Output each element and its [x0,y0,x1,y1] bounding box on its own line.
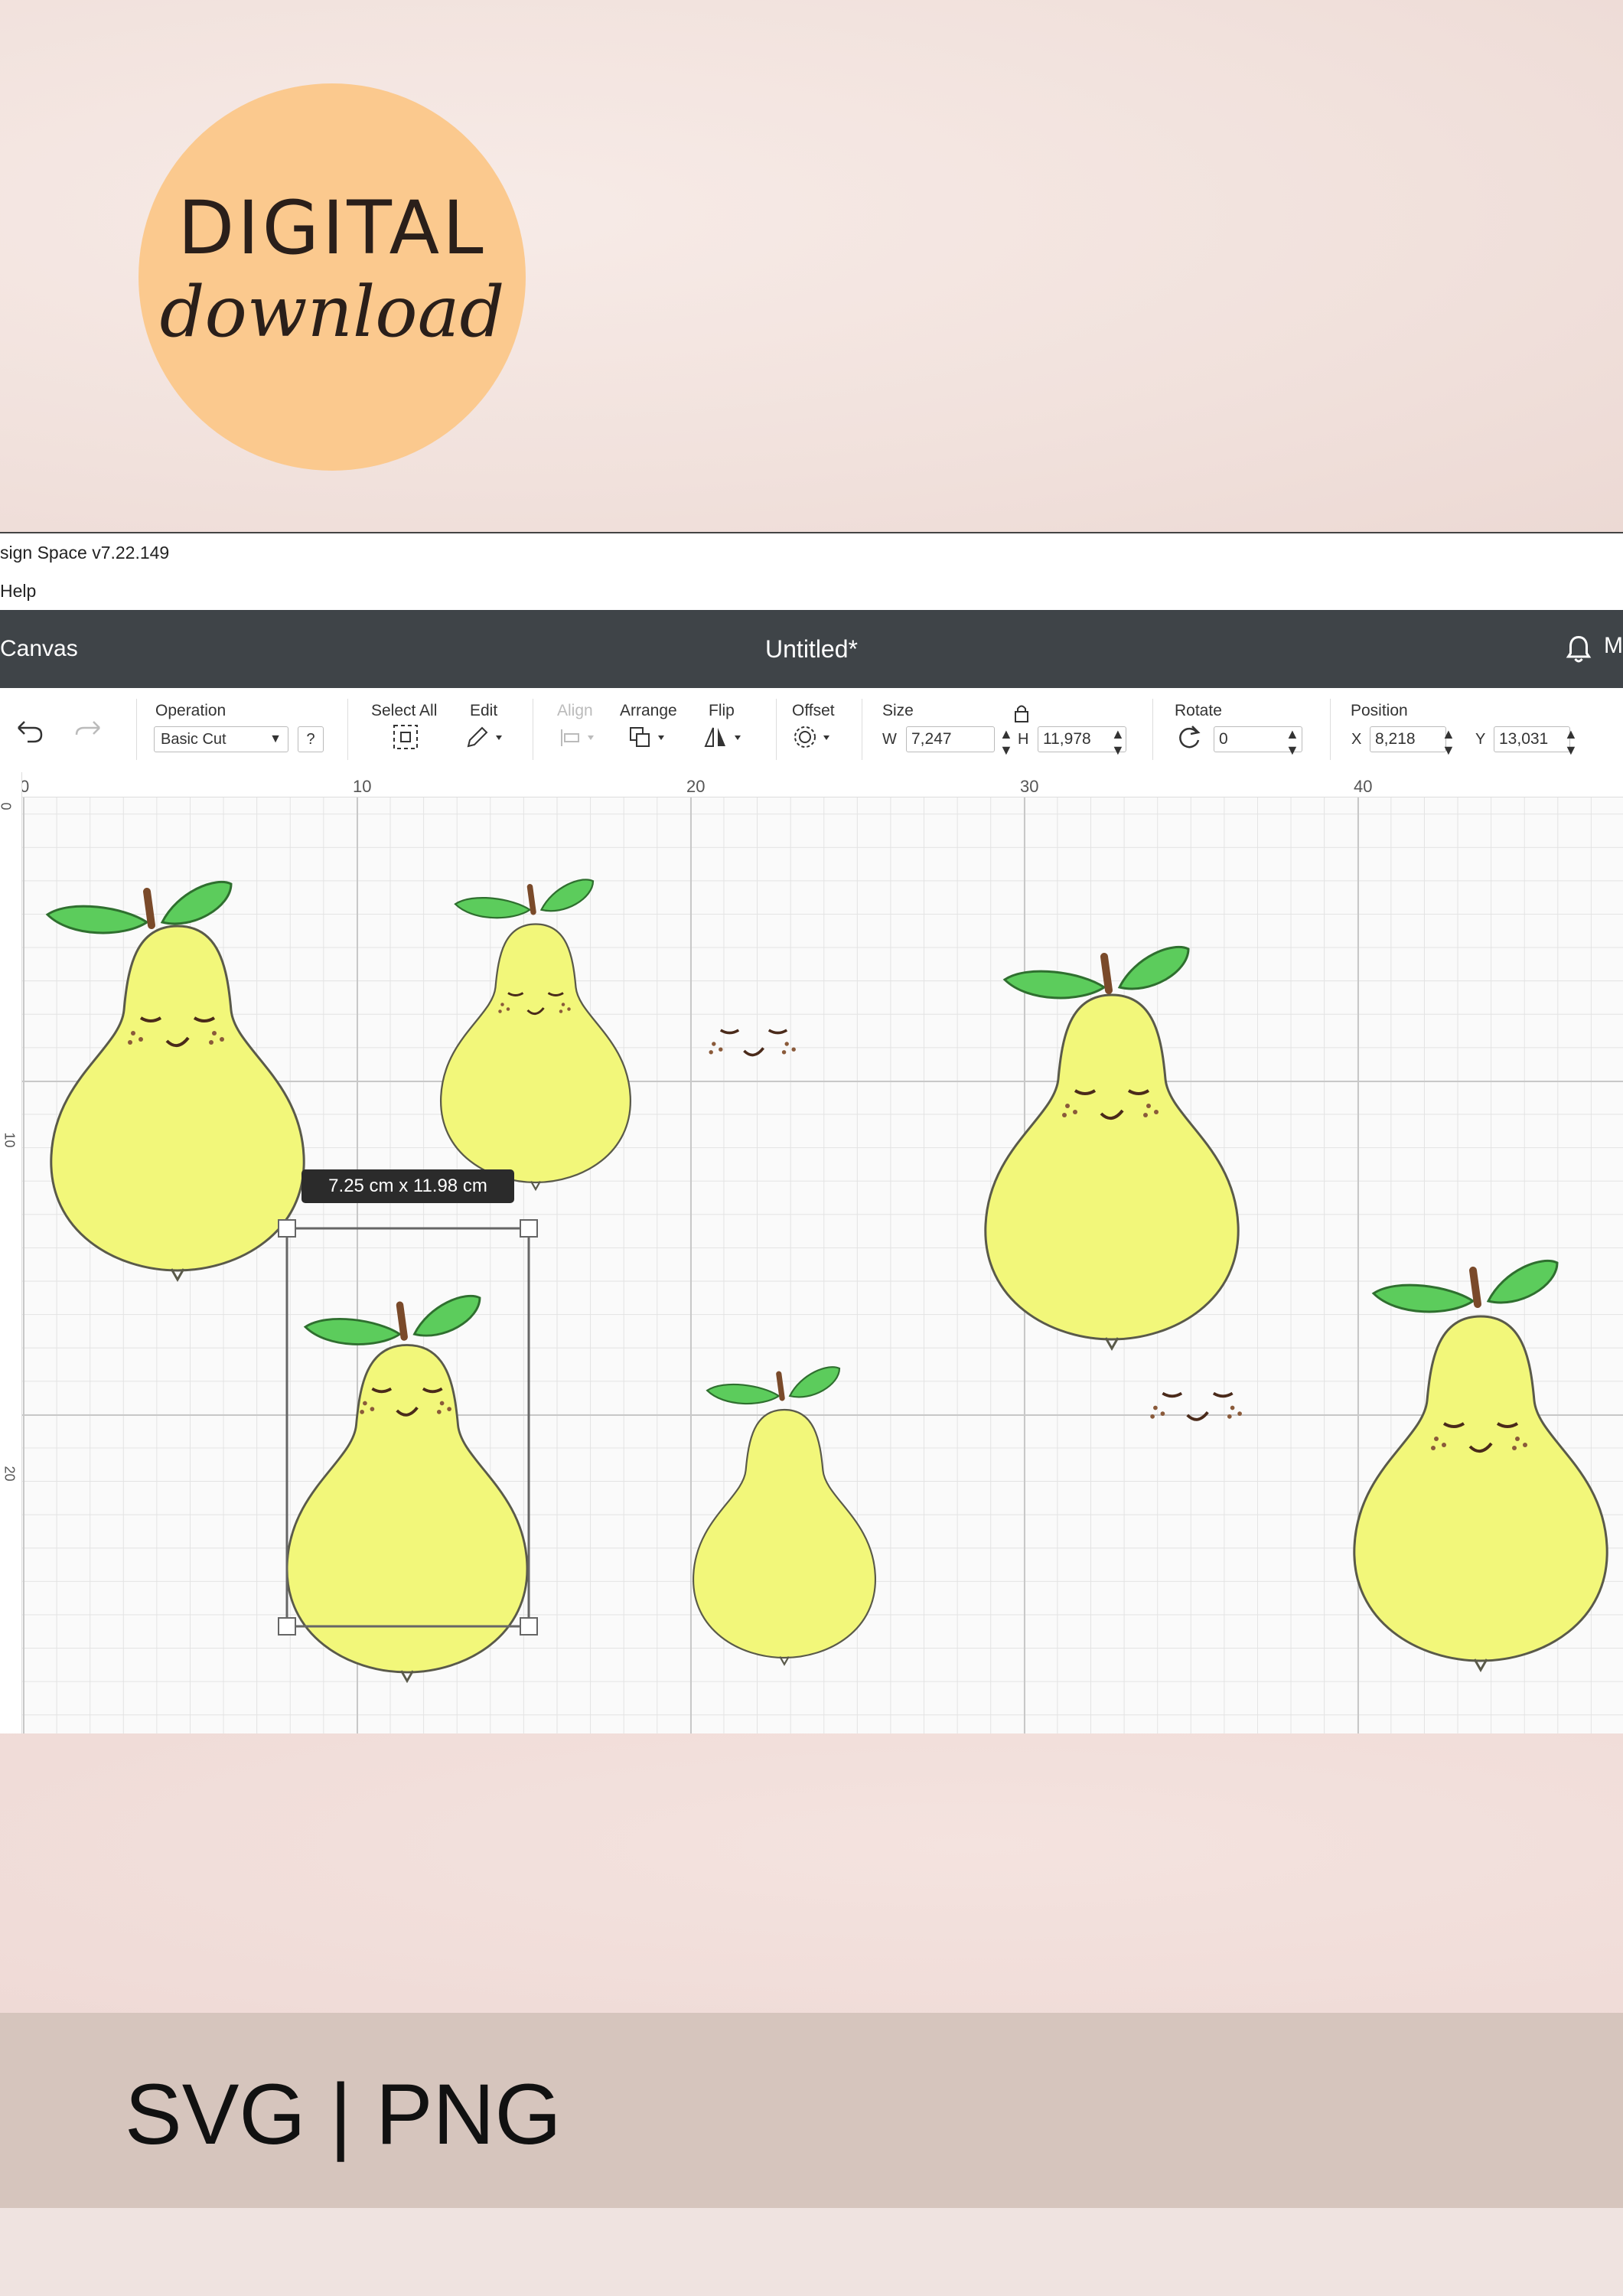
page-bottom [0,2208,1623,2296]
file-formats-label: SVG | PNG [125,2066,562,2162]
pear-graphic [692,1367,877,1665]
selection-handle [520,1219,538,1238]
selection-handle [520,1617,538,1636]
format-footer: SVG | PNG [0,2013,1623,2208]
pear-graphic-selected [285,1296,529,1682]
pear-graphic [47,882,305,1281]
selection-handle [278,1219,296,1238]
pear-graphic [439,879,632,1191]
pear-face-graphic [1149,1391,1243,1421]
pear-face-graphic [707,1029,797,1057]
selection-dimensions-tooltip: 7.25 cm x 11.98 cm [301,1169,514,1203]
pear-graphic [1353,1261,1608,1671]
bottom-background [0,1733,1623,2013]
pear-graphic [984,947,1240,1350]
selection-handle [278,1617,296,1636]
